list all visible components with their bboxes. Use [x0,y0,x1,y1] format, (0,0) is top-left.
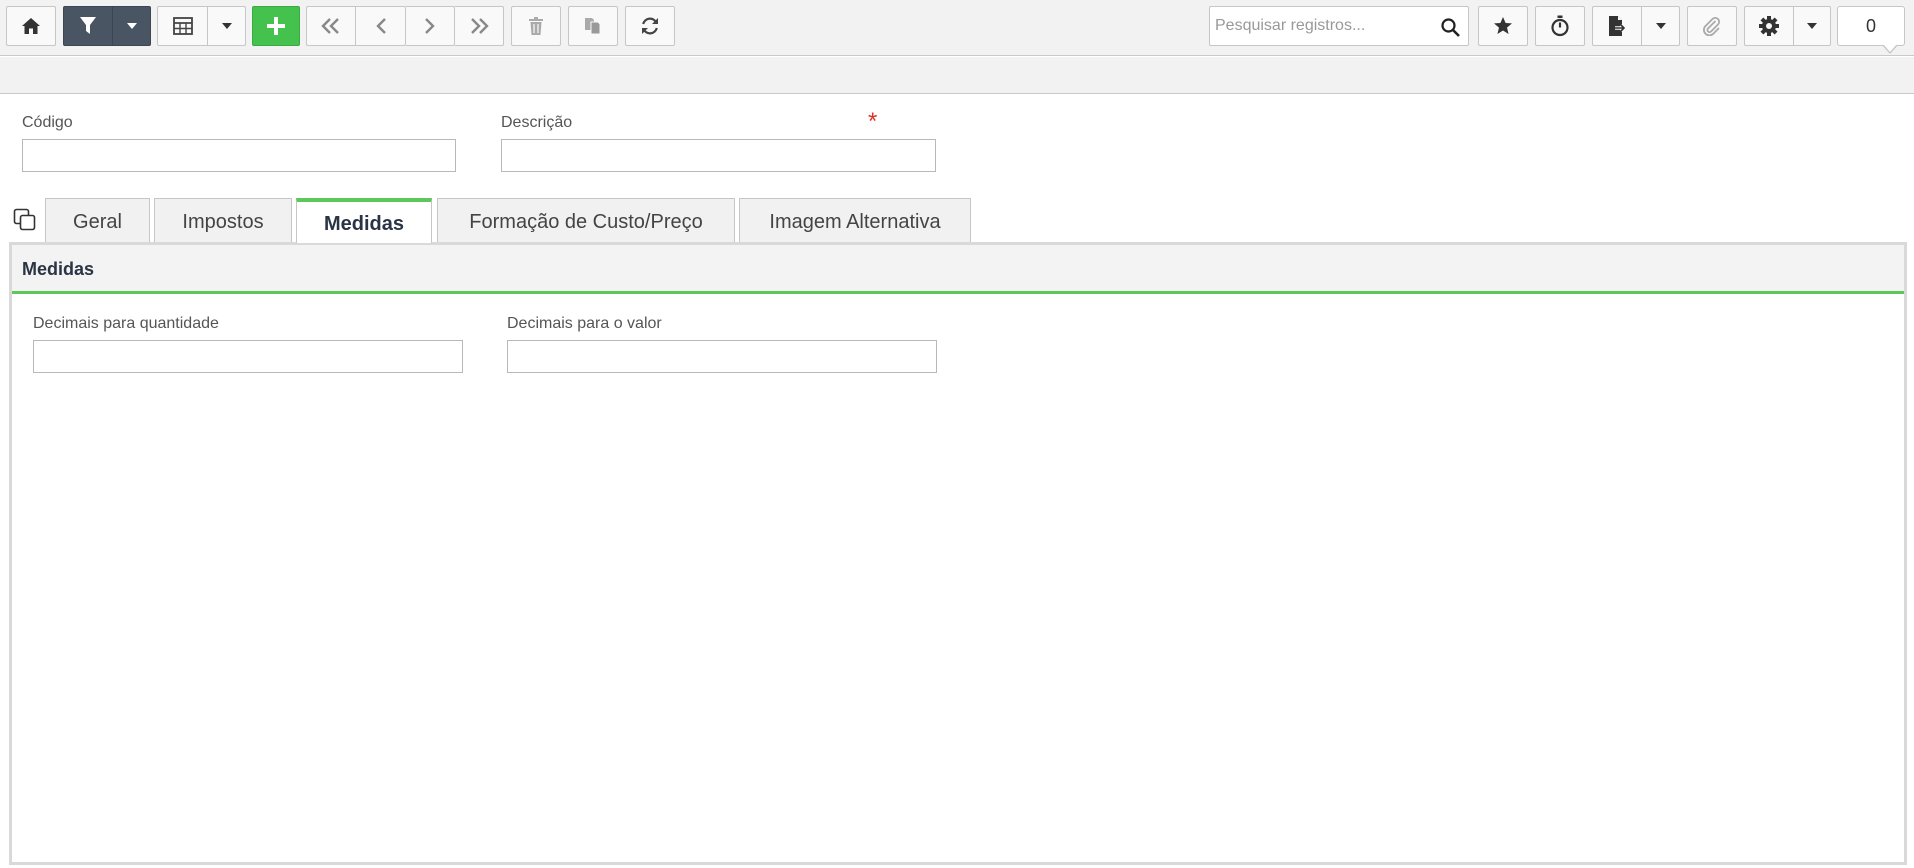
medidas-panel: Medidas Decimais para quantidade Decimai… [9,242,1907,865]
export-file-icon [1607,15,1627,37]
export-button[interactable] [1592,6,1642,46]
caret-down-icon [1806,22,1818,30]
sub-toolbar [0,57,1914,94]
next-record-button[interactable] [406,6,455,46]
codigo-label: Código [22,114,73,131]
tab-medidas[interactable]: Medidas [296,198,432,243]
search-input[interactable] [1210,7,1435,45]
descricao-field[interactable] [501,139,936,172]
timer-button[interactable] [1535,6,1585,46]
previous-record-button[interactable] [356,6,406,46]
copy-icon[interactable] [13,208,37,237]
home-icon [21,17,41,35]
chevron-left-icon [374,17,388,35]
tab-geral[interactable]: Geral [45,198,150,242]
tab-formacao-custo-preco[interactable]: Formação de Custo/Preço [437,198,735,242]
double-chevron-right-icon [468,17,490,35]
trash-icon [528,16,544,36]
grid-view-button[interactable] [157,6,208,46]
star-icon [1493,16,1513,36]
value-decimals-field[interactable] [507,340,937,373]
home-button[interactable] [6,6,56,46]
caret-down-icon [126,22,138,30]
counter-pointer [1882,44,1898,54]
chevron-right-icon [423,17,437,35]
value-decimals-label: Decimais para o valor [507,315,662,332]
toolbar: 0 [0,0,1914,56]
descricao-label: Descrição [501,114,573,131]
caret-down-icon [1655,22,1667,30]
last-record-button[interactable] [455,6,504,46]
duplicate-button[interactable] [568,6,618,46]
gear-icon [1758,15,1780,37]
copy-files-icon [583,16,603,36]
table-icon [172,17,193,35]
filter-dropdown-button[interactable] [113,6,151,46]
tab-impostos[interactable]: Impostos [154,198,292,242]
settings-dropdown-button[interactable] [1794,6,1831,46]
qty-decimals-label: Decimais para quantidade [33,315,219,332]
required-marker: * [868,108,878,135]
paperclip-icon [1702,16,1722,36]
add-record-button[interactable] [252,6,300,46]
filter-icon [79,16,97,36]
search-box [1209,6,1469,46]
codigo-field[interactable] [22,139,456,172]
delete-button[interactable] [511,6,561,46]
panel-title: Medidas [22,259,95,279]
tab-imagem-alternativa[interactable]: Imagem Alternativa [739,198,971,242]
filter-button[interactable] [63,6,113,46]
settings-button[interactable] [1744,6,1794,46]
double-chevron-left-icon [320,17,342,35]
refresh-icon [639,15,661,37]
plus-icon [266,16,286,36]
first-record-button[interactable] [306,6,356,46]
record-counter: 0 [1837,6,1905,46]
attachments-button[interactable] [1687,6,1737,46]
stopwatch-icon [1550,15,1570,37]
qty-decimals-field[interactable] [33,340,463,373]
export-dropdown-button[interactable] [1642,6,1680,46]
favorites-button[interactable] [1478,6,1528,46]
caret-down-icon [221,22,233,30]
panel-header: Medidas [12,245,1904,294]
refresh-button[interactable] [625,6,675,46]
grid-view-dropdown-button[interactable] [208,6,246,46]
search-icon[interactable] [1441,18,1460,42]
